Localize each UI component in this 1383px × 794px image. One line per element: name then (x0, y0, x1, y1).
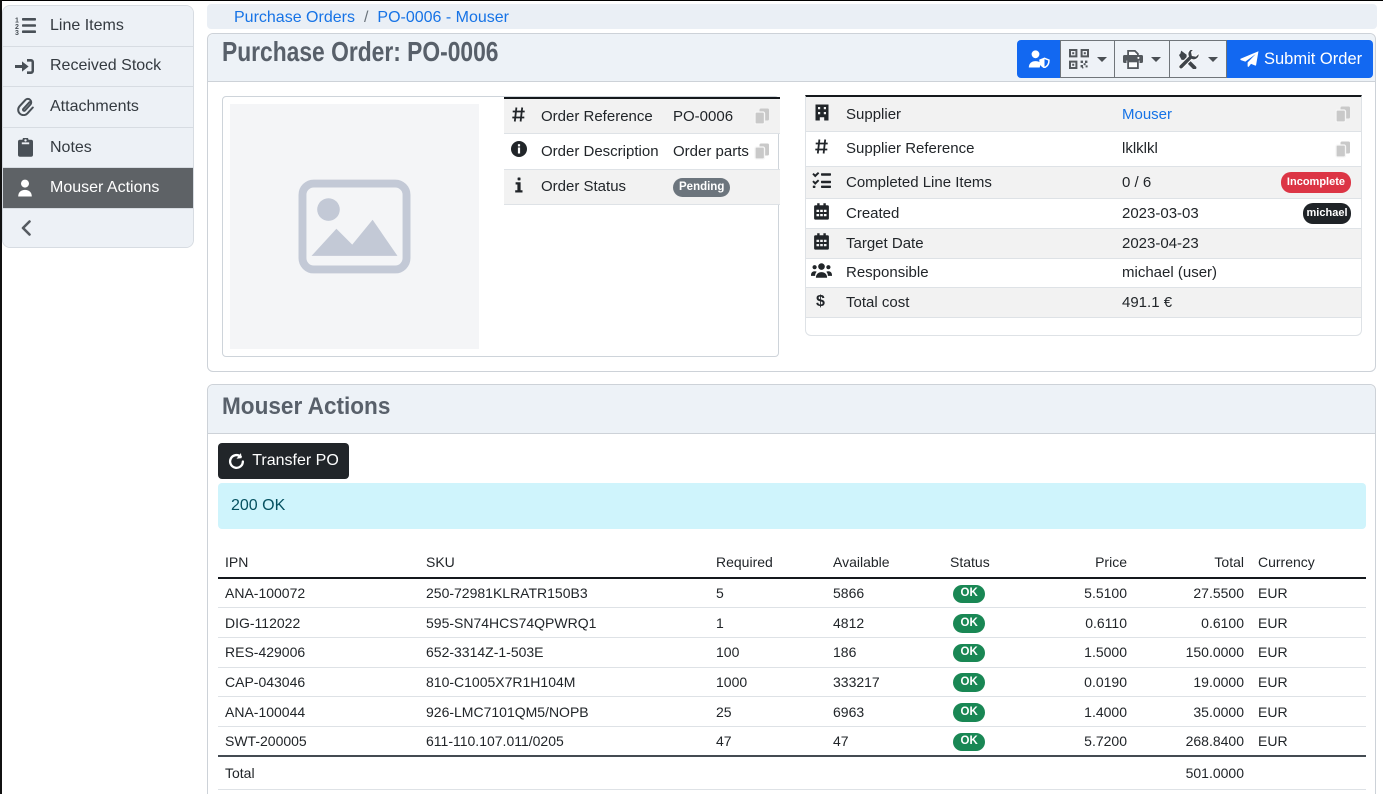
svg-text:$: $ (816, 293, 825, 309)
svg-text:3: 3 (15, 30, 19, 35)
